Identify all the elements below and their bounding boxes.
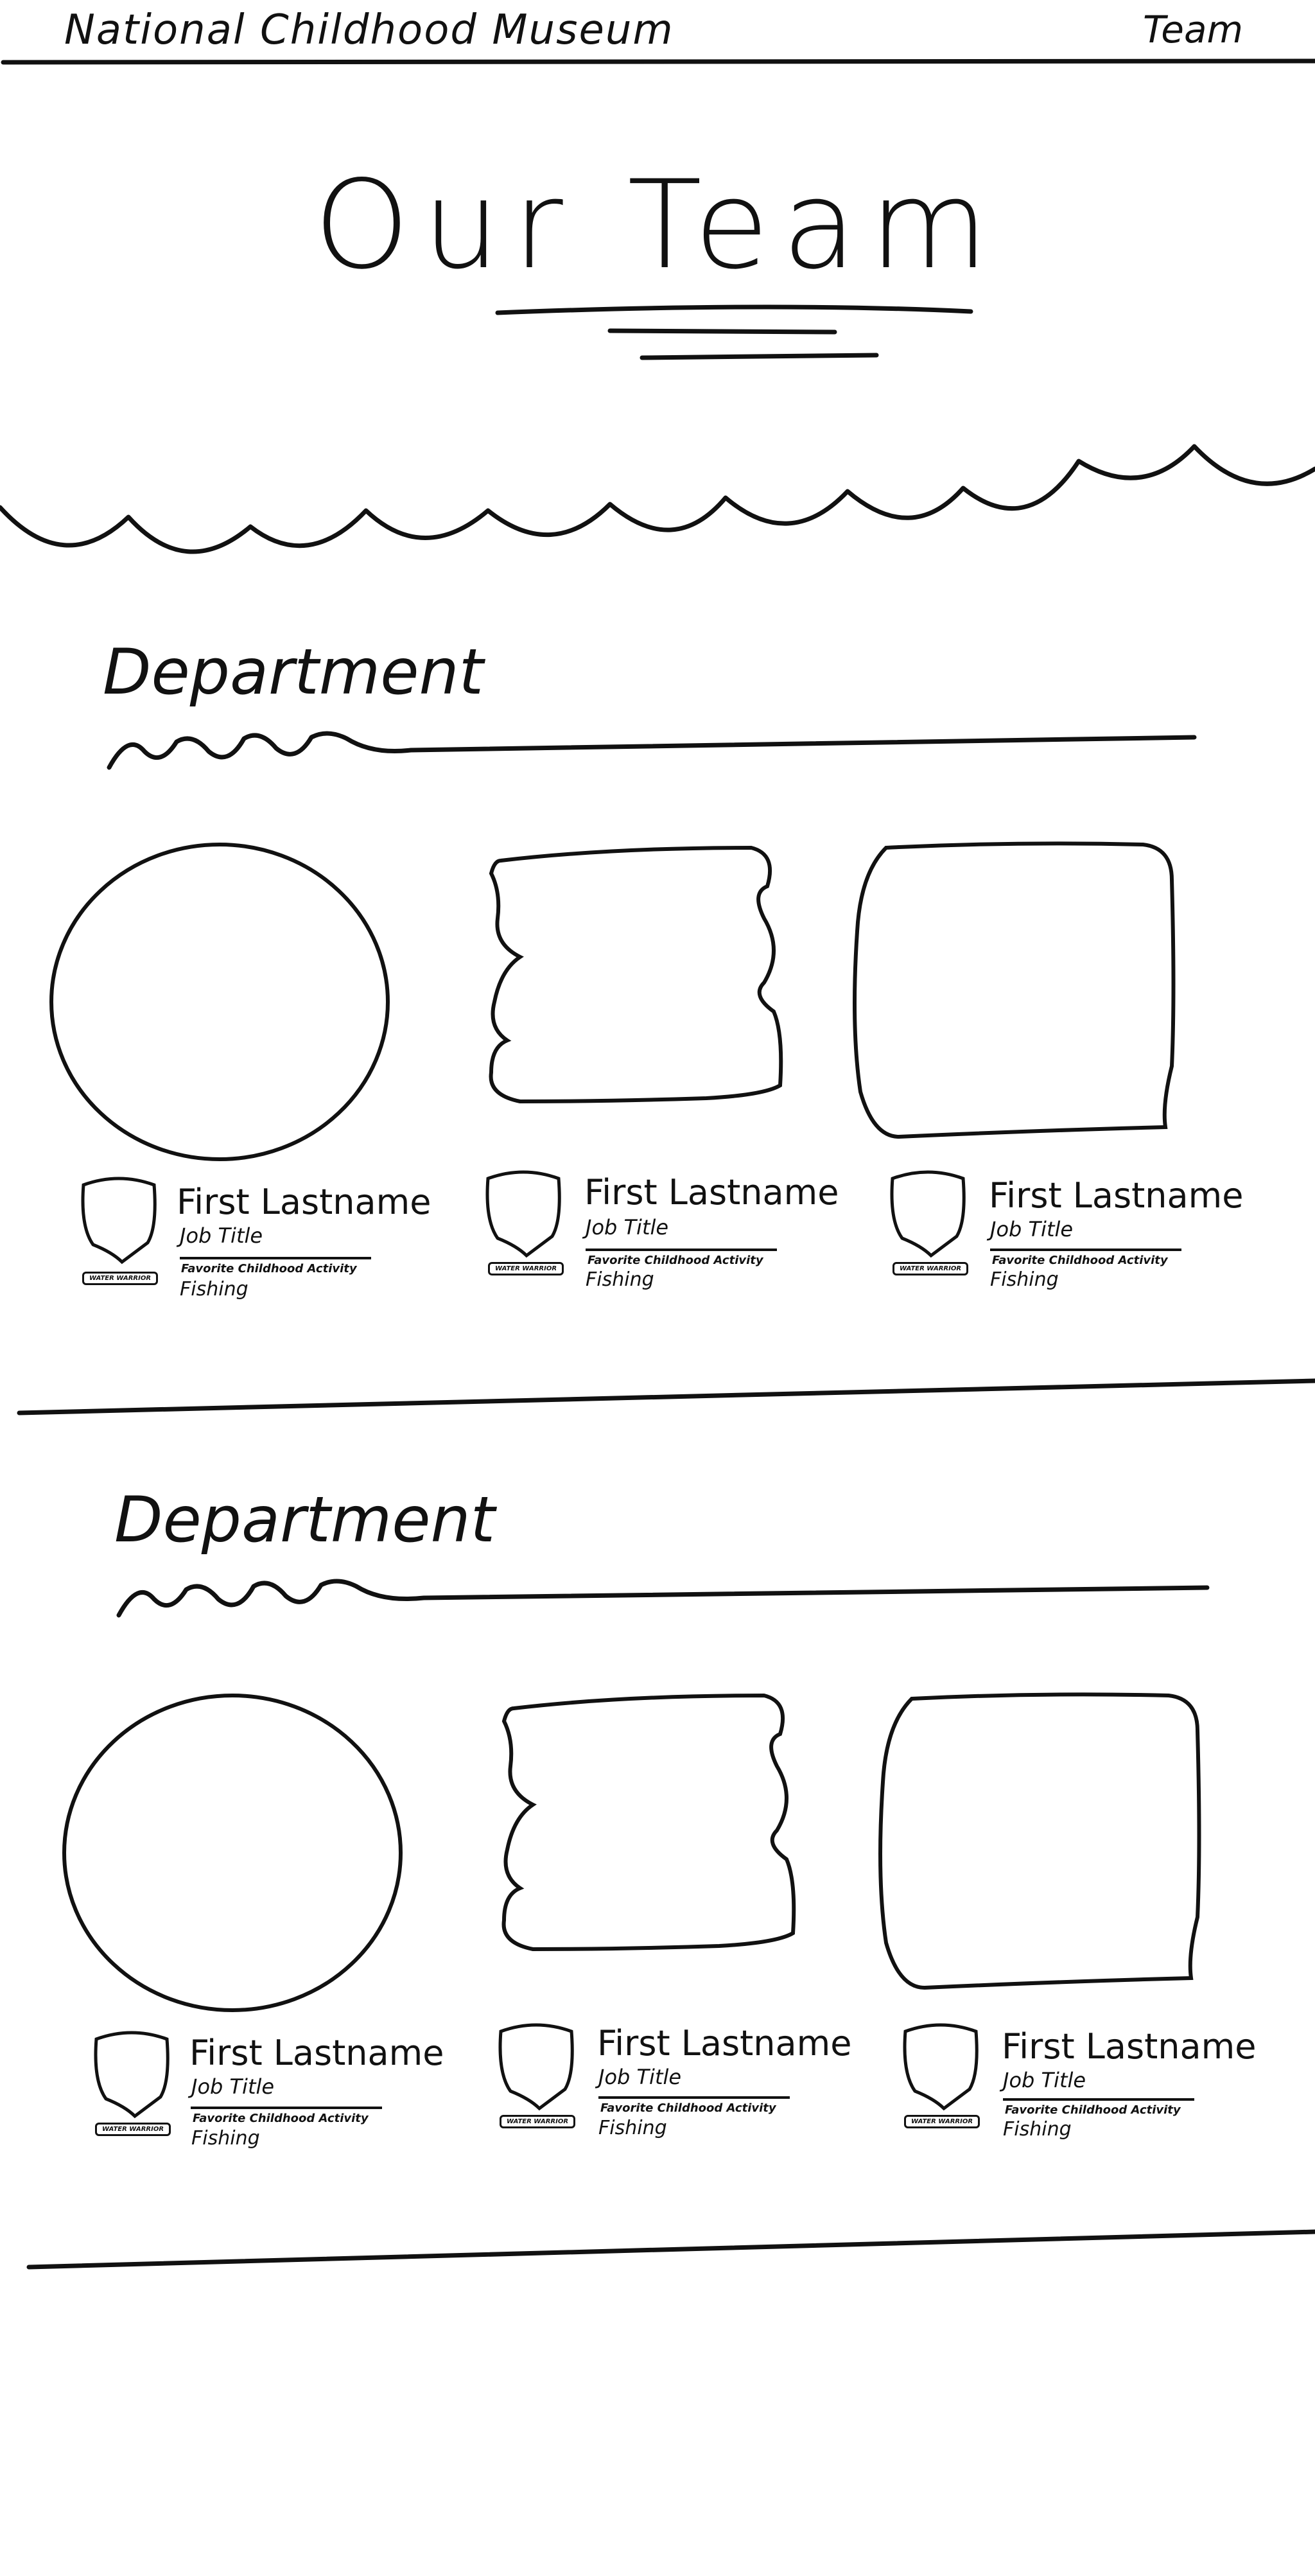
member-job-title: Job Title: [191, 2074, 275, 2099]
title-underline-3: [640, 353, 879, 360]
member-fav-label: Favorite Childhood Activity: [600, 2101, 776, 2115]
member-job-title: Job Title: [1003, 2068, 1086, 2092]
title-underline-1: [495, 304, 973, 315]
member-fav-label: Favorite Childhood Activity: [992, 1254, 1168, 1267]
nav-item-team[interactable]: Team: [1143, 8, 1243, 51]
member-photo[interactable]: [494, 1689, 803, 1959]
member-fav-label: Favorite Childhood Activity: [193, 2112, 369, 2125]
member-photo[interactable]: [61, 1692, 405, 2013]
member-photo[interactable]: [873, 1686, 1207, 1994]
page-title: Our Team: [313, 154, 1002, 296]
member-fav-value: Fishing: [1003, 2118, 1072, 2141]
member-fav-value: Fishing: [598, 2117, 667, 2139]
wave-divider: [0, 444, 1315, 554]
shield-icon: [890, 1170, 966, 1258]
member-job-title: Job Title: [990, 1217, 1074, 1241]
member-fav-value: Fishing: [586, 1268, 654, 1291]
department-2-title: Department: [114, 1484, 496, 1557]
member-job-title: Job Title: [180, 1223, 263, 1248]
title-underline-2: [607, 328, 837, 335]
shield-icon: [94, 2031, 170, 2119]
member-divider: [191, 2107, 382, 2109]
member-name: First Lastname: [189, 2033, 444, 2073]
member-name: First Lastname: [989, 1175, 1244, 1216]
shield-icon: [81, 1177, 157, 1265]
member-divider: [180, 1257, 371, 1259]
member-divider: [990, 1249, 1181, 1251]
badge-label: WATER WARRIOR: [893, 1262, 969, 1275]
member-name: First Lastname: [1002, 2026, 1257, 2067]
member-fav-value: Fishing: [990, 1268, 1059, 1291]
site-title[interactable]: National Childhood Museum: [64, 6, 674, 54]
member-divider: [586, 1249, 777, 1251]
member-name: First Lastname: [597, 2023, 852, 2063]
member-fav-value: Fishing: [180, 1278, 248, 1301]
badge-label: WATER WARRIOR: [500, 2115, 576, 2128]
member-photo[interactable]: [848, 835, 1181, 1143]
member-fav-label: Favorite Childhood Activity: [181, 1262, 357, 1275]
section-divider-1: [17, 1378, 1315, 1415]
member-name: First Lastname: [177, 1182, 431, 1222]
department-1-title: Department: [103, 636, 484, 709]
shield-icon: [498, 2023, 574, 2111]
header-divider: [1, 58, 1315, 65]
badge-label: WATER WARRIOR: [488, 1262, 564, 1275]
member-fav-value: Fishing: [191, 2127, 260, 2150]
member-divider: [1003, 2098, 1194, 2101]
dept-1-squiggle: [107, 731, 1197, 770]
member-fav-label: Favorite Childhood Activity: [588, 1254, 763, 1267]
shield-icon: [903, 2023, 979, 2111]
member-photo[interactable]: [48, 841, 392, 1162]
shield-icon: [485, 1170, 561, 1258]
member-job-title: Job Title: [598, 2065, 682, 2089]
member-job-title: Job Title: [586, 1215, 669, 1240]
member-name: First Lastname: [584, 1172, 839, 1213]
member-photo[interactable]: [482, 841, 790, 1111]
badge-label: WATER WARRIOR: [95, 2123, 171, 2136]
badge-label: WATER WARRIOR: [904, 2115, 980, 2128]
member-divider: [598, 2096, 790, 2099]
member-fav-label: Favorite Childhood Activity: [1005, 2103, 1181, 2117]
dept-2-squiggle: [116, 1579, 1210, 1618]
section-divider-2: [26, 2229, 1315, 2270]
badge-label: WATER WARRIOR: [82, 1272, 159, 1285]
